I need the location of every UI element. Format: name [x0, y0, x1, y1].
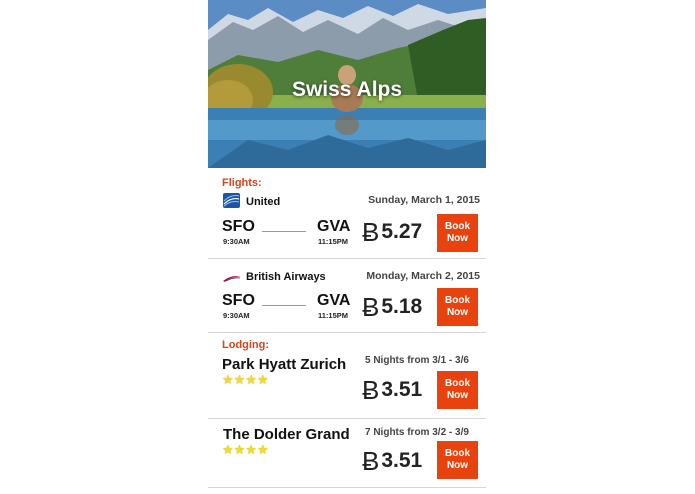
- star-rating-icon: ★★★★: [222, 442, 269, 457]
- book-now-button[interactable]: Book Now: [437, 214, 478, 252]
- divider: [208, 487, 486, 488]
- airline-name: United: [246, 196, 281, 208]
- lodging-section-label: Lodging:: [222, 339, 270, 351]
- divider: [208, 332, 486, 333]
- price-value: 3.51: [381, 378, 423, 401]
- arrival-time: 11:15PM: [318, 237, 349, 246]
- flights-section-label: Flights:: [222, 177, 262, 189]
- british-airways-logo-icon: [222, 270, 242, 282]
- star-rating-icon: ★★★★: [222, 372, 269, 387]
- lodging-card: Park Hyatt Zurich ★★★★ 5 Nights from 3/1…: [208, 352, 486, 418]
- book-label: Book: [445, 295, 470, 306]
- book-label: Book: [445, 221, 470, 232]
- now-label: Now: [446, 307, 469, 318]
- flight-price: Ƀ5.18: [362, 292, 422, 323]
- book-now-button[interactable]: Book Now: [437, 371, 478, 409]
- stay-duration: 7 Nights from 3/2 - 3/9: [365, 427, 469, 438]
- lodging-card: The Dolder Grand ★★★★ 7 Nights from 3/2 …: [208, 422, 486, 488]
- trip-screen: Swiss Alps Flights: United Sunday, March…: [208, 0, 486, 494]
- origin-airport-code: SFO: [222, 218, 255, 235]
- bitcoin-icon: Ƀ: [362, 446, 380, 476]
- destination-airport-code: GVA: [317, 292, 351, 309]
- bitcoin-icon: Ƀ: [362, 375, 380, 405]
- flight-card: United Sunday, March 1, 2015 SFO 9:30AM …: [208, 190, 486, 258]
- bitcoin-icon: Ƀ: [362, 292, 380, 322]
- now-label: Now: [446, 460, 469, 471]
- now-label: Now: [446, 233, 469, 244]
- origin-airport-code: SFO: [222, 292, 255, 309]
- stay-duration: 5 Nights from 3/1 - 3/6: [365, 355, 469, 366]
- bitcoin-icon: Ƀ: [362, 217, 380, 247]
- flight-card: British Airways Monday, March 2, 2015 SF…: [208, 264, 486, 332]
- airline-name: British Airways: [246, 271, 326, 283]
- lodging-price: Ƀ3.51: [362, 446, 422, 477]
- price-value: 5.27: [381, 220, 423, 243]
- route-line: [262, 231, 306, 232]
- book-label: Book: [445, 378, 470, 389]
- hotel-name: The Dolder Grand: [223, 426, 350, 443]
- book-now-button[interactable]: Book Now: [437, 441, 478, 479]
- united-logo-icon: [223, 193, 240, 208]
- flight-date: Monday, March 2, 2015: [366, 270, 480, 282]
- price-value: 3.51: [381, 449, 423, 472]
- hotel-name: Park Hyatt Zurich: [222, 356, 347, 373]
- destination-title: Swiss Alps: [291, 78, 403, 101]
- lodging-price: Ƀ3.51: [362, 375, 422, 406]
- book-now-button[interactable]: Book Now: [437, 288, 478, 326]
- book-label: Book: [445, 448, 470, 459]
- hero-image: Swiss Alps: [208, 0, 486, 168]
- route-line: [262, 305, 306, 306]
- departure-time: 9:30AM: [223, 237, 250, 246]
- departure-time: 9:30AM: [223, 311, 250, 320]
- now-label: Now: [446, 390, 469, 401]
- destination-airport-code: GVA: [317, 218, 351, 235]
- price-value: 5.18: [381, 295, 423, 318]
- divider: [208, 418, 486, 419]
- divider: [208, 258, 486, 259]
- arrival-time: 11:15PM: [318, 311, 349, 320]
- flight-date: Sunday, March 1, 2015: [368, 194, 480, 206]
- flight-price: Ƀ5.27: [362, 217, 422, 248]
